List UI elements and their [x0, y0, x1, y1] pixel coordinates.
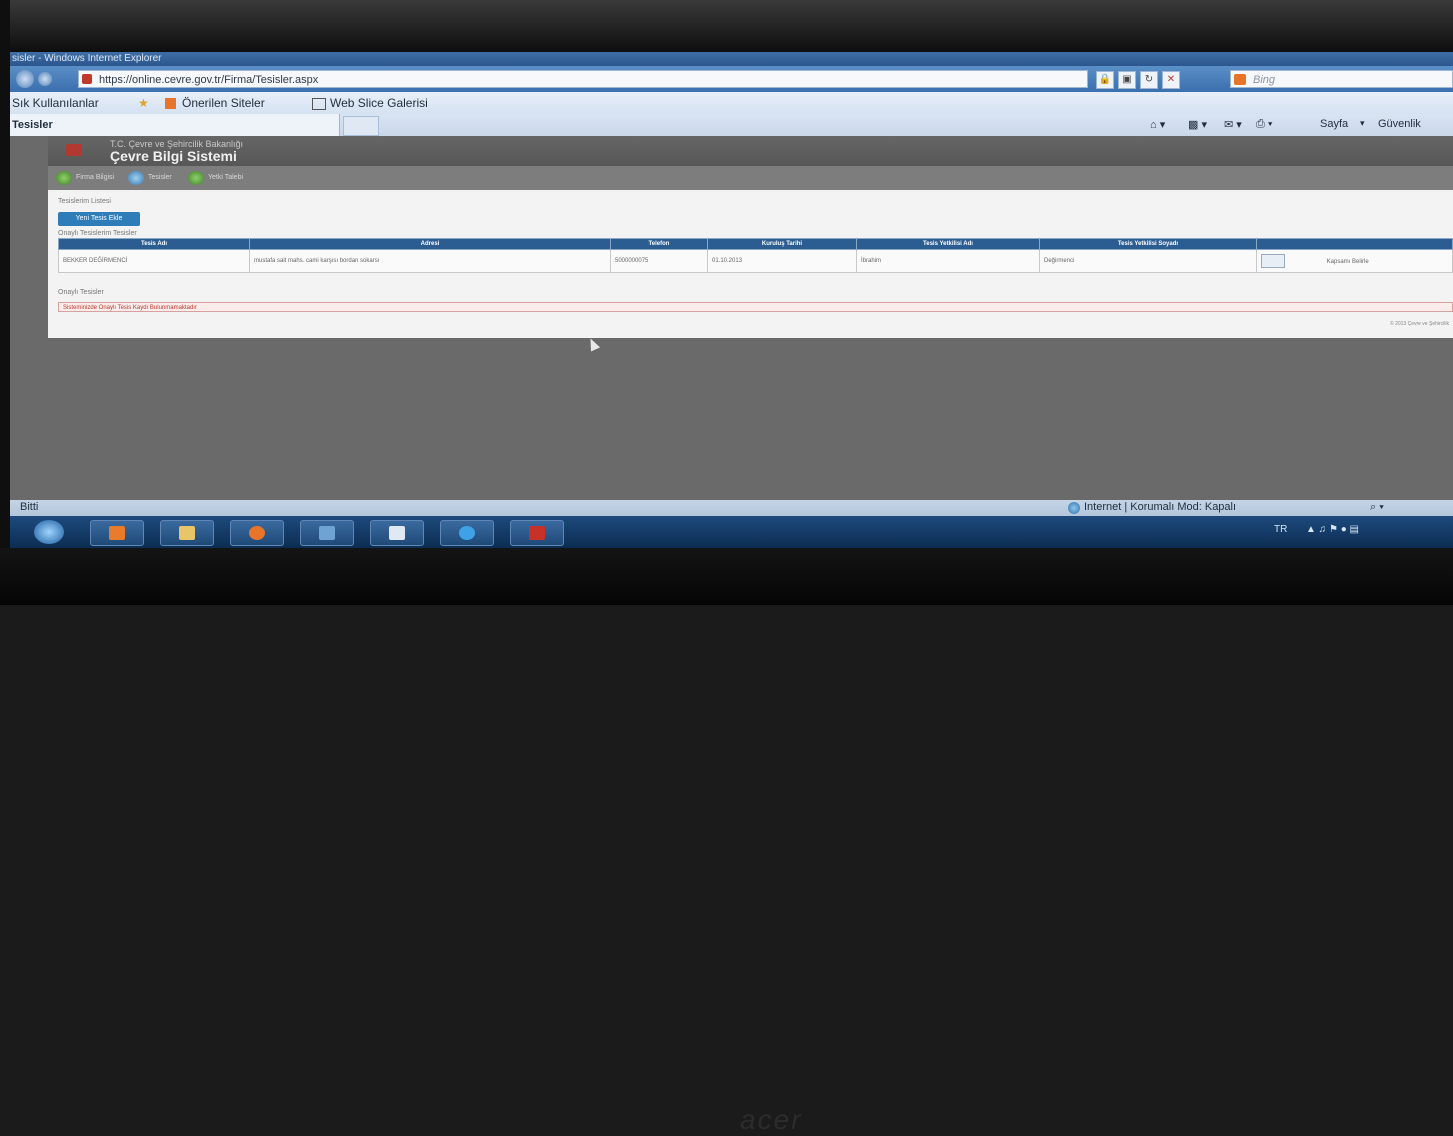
new-facility-button[interactable]: Yeni Tesis Ekle — [58, 212, 140, 226]
ministry-logo — [66, 144, 82, 156]
window-title: sisler - Windows Internet Explorer — [10, 52, 1453, 66]
favorites-button[interactable]: Sık Kullanılanlar — [12, 96, 99, 110]
col-address: Adresi — [249, 238, 611, 250]
edit-icon[interactable] — [1261, 254, 1285, 268]
col-actions — [1256, 238, 1453, 250]
monitor-brand: acer — [740, 1104, 803, 1135]
cell-contact-surname: Değirmenci — [1039, 249, 1257, 273]
approved-heading: Onaylı Tesislerim Tesisler — [58, 230, 137, 237]
table-header-row: Tesis Adı Adresi Telefon Kuruluş Tarihi … — [58, 238, 1453, 250]
suggested-sites-icon — [165, 98, 176, 109]
cell-phone: 5000000075 — [610, 249, 708, 273]
bing-icon — [1234, 74, 1246, 85]
home-icon[interactable]: ⌂ ▾ — [1150, 118, 1165, 131]
system-title: Çevre Bilgi Sistemi — [110, 148, 237, 164]
address-bar[interactable]: https://online.cevre.gov.tr/Firma/Tesisl… — [78, 70, 1088, 88]
cell-name: BEKKER DEĞİRMENCİ — [58, 249, 250, 273]
tray-icons[interactable]: ▲ ♫ ⚑ ● ▤ — [1306, 524, 1359, 535]
feeds-icon[interactable]: ▩ ▾ — [1188, 118, 1207, 131]
ie-icon — [459, 526, 475, 540]
refresh-icon[interactable]: ↻ — [1140, 71, 1158, 89]
taskbar-explorer[interactable] — [160, 520, 214, 546]
security-zone[interactable]: Internet | Korumalı Mod: Kapalı — [1084, 501, 1236, 513]
new-tab-button[interactable] — [343, 116, 379, 136]
define-scope-link[interactable]: Kapsamı Belirle — [1327, 259, 1369, 265]
print-icon[interactable]: ⎙ ▾ — [1256, 118, 1272, 131]
security-menu[interactable]: Güvenlik — [1378, 118, 1421, 130]
col-founded: Kuruluş Tarihi — [707, 238, 857, 250]
col-phone: Telefon — [610, 238, 708, 250]
page-menu[interactable]: Sayfa — [1320, 118, 1348, 130]
mouse-cursor — [585, 336, 601, 352]
cell-contact-name: İbrahim — [856, 249, 1040, 273]
tab-tesisler[interactable]: Tesisler — [10, 114, 340, 136]
taskbar-acrobat[interactable] — [510, 520, 564, 546]
screen: sisler - Windows Internet Explorer https… — [10, 52, 1453, 548]
table-row: BEKKER DEĞİRMENCİ mustafa sait mahs. cam… — [58, 249, 1453, 273]
taskbar-firefox[interactable] — [230, 520, 284, 546]
start-button[interactable] — [34, 520, 64, 544]
pending-heading: Onaylı Tesisler — [58, 289, 104, 296]
status-bar: Bitti Internet | Korumalı Mod: Kapalı ⌕ … — [10, 500, 1453, 516]
no-records-warning: Sisteminizde Onaylı Tesis Kaydı Bulunmam… — [58, 302, 1453, 312]
facilities-table: Tesis Adı Adresi Telefon Kuruluş Tarihi … — [58, 238, 1453, 273]
col-contact-surname: Tesis Yetkilisi Soyadı — [1039, 238, 1257, 250]
address-toolbar: https://online.cevre.gov.tr/Firma/Tesisl… — [10, 66, 1453, 92]
lock-icon[interactable]: 🔒 — [1096, 71, 1114, 89]
taskbar-app[interactable] — [300, 520, 354, 546]
page-content: T.C. Çevre ve Şehircilik Bakanlığı Çevre… — [10, 136, 1453, 516]
web-slice-link[interactable]: Web Slice Galerisi — [330, 96, 428, 110]
page-menu-arrow: ▾ — [1360, 118, 1365, 128]
nav-authority[interactable]: Yetki Talebi — [208, 174, 243, 181]
compat-view-icon[interactable]: ▣ — [1118, 71, 1136, 89]
internet-zone-icon — [1068, 502, 1080, 514]
monitor-bezel-left — [0, 0, 10, 605]
site-header: T.C. Çevre ve Şehircilik Bakanlığı Çevre… — [48, 136, 1453, 166]
col-name: Tesis Adı — [58, 238, 250, 250]
status-text: Bitti — [20, 501, 39, 513]
cell-founded: 01.10.2013 — [707, 249, 857, 273]
copyright: © 2013 Çevre ve Şehircilik — [1390, 321, 1449, 327]
search-input[interactable]: Bing — [1230, 70, 1453, 88]
forward-button[interactable] — [38, 72, 52, 86]
favorites-bar: Sık Kullanılanlar ★ Önerilen Siteler Web… — [10, 92, 1453, 114]
taskbar-ie[interactable] — [440, 520, 494, 546]
taskbar-word[interactable] — [370, 520, 424, 546]
acrobat-icon — [529, 526, 545, 540]
facilities-card: Tesislerim Listesi Yeni Tesis Ekle Onayl… — [48, 190, 1453, 338]
word-icon — [389, 526, 405, 540]
stop-icon[interactable]: ✕ — [1162, 71, 1180, 89]
authority-icon[interactable] — [188, 171, 204, 185]
taskbar: TR ▲ ♫ ⚑ ● ▤ — [10, 516, 1453, 548]
site-icon — [82, 74, 92, 84]
site-nav: Firma Bilgisi Tesisler Yetki Talebi — [48, 166, 1453, 190]
media-player-icon — [109, 526, 125, 540]
nav-facilities[interactable]: Tesisler — [148, 174, 172, 181]
zoom-icon[interactable]: ⌕ ▾ — [1370, 501, 1384, 514]
mail-icon[interactable]: ✉ ▾ — [1224, 118, 1242, 131]
add-favorite-icon[interactable]: ★ — [138, 96, 149, 110]
tab-row: Tesisler ⌂ ▾ ▩ ▾ ✉ ▾ ⎙ ▾ Sayfa ▾ Güvenli… — [10, 114, 1453, 136]
firefox-icon — [249, 526, 265, 540]
monitor-bezel-bottom: acer — [0, 548, 1453, 1135]
firm-info-icon[interactable] — [56, 171, 72, 185]
cell-address: mustafa sait mahs. cami karşısı bordan s… — [249, 249, 611, 273]
language-indicator[interactable]: TR — [1274, 524, 1287, 535]
back-button[interactable] — [16, 70, 34, 88]
folder-icon — [179, 526, 195, 540]
nav-firm-info[interactable]: Firma Bilgisi — [76, 174, 114, 181]
monitor-bezel-top — [0, 0, 1453, 52]
facilities-section-title: Tesislerim Listesi — [58, 198, 111, 205]
web-slice-icon — [312, 98, 326, 110]
taskbar-media[interactable] — [90, 520, 144, 546]
suggested-sites-link[interactable]: Önerilen Siteler — [182, 96, 265, 110]
facilities-icon[interactable] — [128, 171, 144, 185]
app-icon — [319, 526, 335, 540]
cell-actions: Kapsamı Belirle — [1256, 249, 1453, 273]
col-contact-name: Tesis Yetkilisi Adı — [856, 238, 1040, 250]
